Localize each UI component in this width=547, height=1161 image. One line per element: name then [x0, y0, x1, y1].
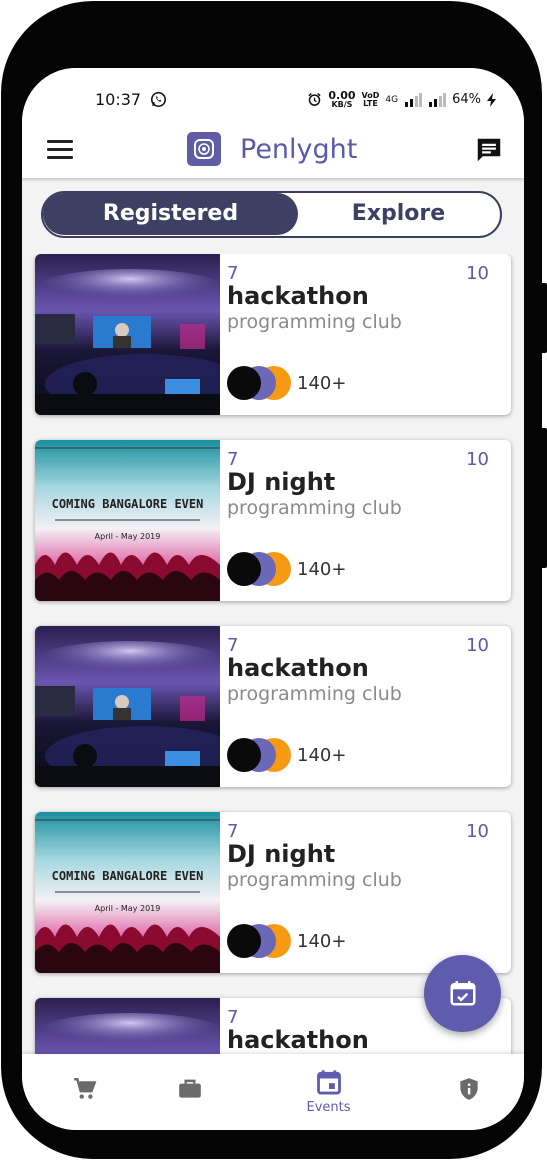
attendee-count: 140+	[297, 559, 347, 580]
event-title: DJ night	[227, 840, 336, 868]
event-club: programming club	[227, 497, 402, 519]
event-card[interactable]: COMING BANGALORE EVEN April - May 2019 7…	[35, 440, 511, 601]
whatsapp-icon	[150, 91, 167, 108]
avatar	[227, 552, 261, 586]
app-logo	[187, 132, 221, 166]
data-speed: 0.00 KB/S	[328, 89, 356, 109]
app-title: Penlyght	[240, 134, 358, 165]
volte-indicator: VoD LTE	[361, 90, 380, 108]
bottom-navigation: Events	[22, 1054, 524, 1130]
event-left-number: 7	[227, 1007, 239, 1028]
event-card[interactable]: 7 10 hackathon programming club 140+	[35, 626, 511, 787]
power-button	[539, 428, 547, 568]
charging-icon	[487, 92, 496, 107]
event-title: hackathon	[227, 282, 369, 310]
attendee-avatars	[227, 366, 291, 402]
event-left-number: 7	[227, 821, 239, 842]
attendee-avatars	[227, 924, 291, 960]
event-title: DJ night	[227, 468, 336, 496]
event-left-number: 7	[227, 449, 239, 470]
event-image-conference	[35, 626, 220, 787]
event-right-number: 10	[466, 263, 489, 284]
event-image-date: April - May 2019	[94, 904, 161, 913]
app-screen: 10:37 0.00 KB/S VoD LTE 4G 64% Penlyght …	[22, 68, 524, 1130]
app-bar: Penlyght	[22, 126, 524, 178]
nav-security[interactable]	[406, 1054, 524, 1130]
nav-work[interactable]	[127, 1054, 252, 1130]
chat-icon[interactable]	[474, 135, 504, 165]
event-image-concert: COMING BANGALORE EVEN April - May 2019	[35, 440, 220, 601]
tab-toggle: Registered Explore	[41, 191, 502, 238]
nav-events[interactable]: Events	[266, 1054, 391, 1130]
event-right-number: 10	[466, 635, 489, 656]
event-image-conference	[35, 254, 220, 415]
event-right-number: 10	[466, 821, 489, 842]
event-left-number: 7	[227, 635, 239, 656]
shield-icon	[459, 1078, 478, 1100]
attendee-avatars	[227, 738, 291, 774]
phone-frame: 10:37 0.00 KB/S VoD LTE 4G 64% Penlyght …	[0, 0, 547, 1161]
battery-level: 64%	[452, 92, 481, 107]
calendar-fab[interactable]	[424, 955, 501, 1032]
status-bar: 10:37 0.00 KB/S VoD LTE 4G 64%	[22, 68, 524, 126]
cart-icon	[73, 1078, 96, 1099]
network-type: 4G	[385, 94, 399, 105]
nav-events-label: Events	[306, 1100, 351, 1115]
event-right-number: 10	[466, 449, 489, 470]
attendee-avatars	[227, 552, 291, 588]
avatar	[227, 738, 261, 772]
attendee-count: 140+	[297, 745, 347, 766]
event-club: programming club	[227, 683, 402, 705]
event-title: hackathon	[227, 1026, 369, 1054]
event-image-date: April - May 2019	[94, 532, 161, 541]
event-image-concert: COMING BANGALORE EVEN April - May 2019	[35, 812, 220, 973]
event-image-caption: COMING BANGALORE EVEN	[51, 497, 204, 511]
event-image-caption: COMING BANGALORE EVEN	[51, 869, 204, 883]
calendar-check-icon	[450, 981, 476, 1006]
signal-icon-2	[429, 92, 447, 107]
status-time: 10:37	[95, 90, 142, 109]
event-list[interactable]: 7 10 hackathon programming club 140+ COM…	[22, 254, 524, 1054]
volume-button	[539, 283, 547, 353]
avatar	[227, 366, 261, 400]
event-club: programming club	[227, 311, 402, 333]
avatar	[227, 924, 261, 958]
status-indicators: 0.00 KB/S VoD LTE 4G 64%	[307, 90, 496, 109]
attendee-count: 140+	[297, 931, 347, 952]
attendee-count: 140+	[297, 373, 347, 394]
tab-explore[interactable]: Explore	[298, 193, 499, 235]
briefcase-icon	[178, 1079, 201, 1098]
alarm-icon	[308, 92, 321, 106]
event-left-number: 7	[227, 263, 239, 284]
event-image-conference	[35, 998, 220, 1054]
event-card[interactable]: COMING BANGALORE EVEN April - May 2019 7…	[35, 812, 511, 973]
event-title: hackathon	[227, 654, 369, 682]
tab-registered[interactable]: Registered	[43, 193, 298, 235]
event-club: programming club	[227, 869, 402, 891]
event-card[interactable]: 7 10 hackathon programming club 140+	[35, 254, 511, 415]
menu-icon[interactable]	[47, 140, 73, 160]
signal-icon	[405, 92, 423, 107]
calendar-icon	[316, 1070, 341, 1095]
